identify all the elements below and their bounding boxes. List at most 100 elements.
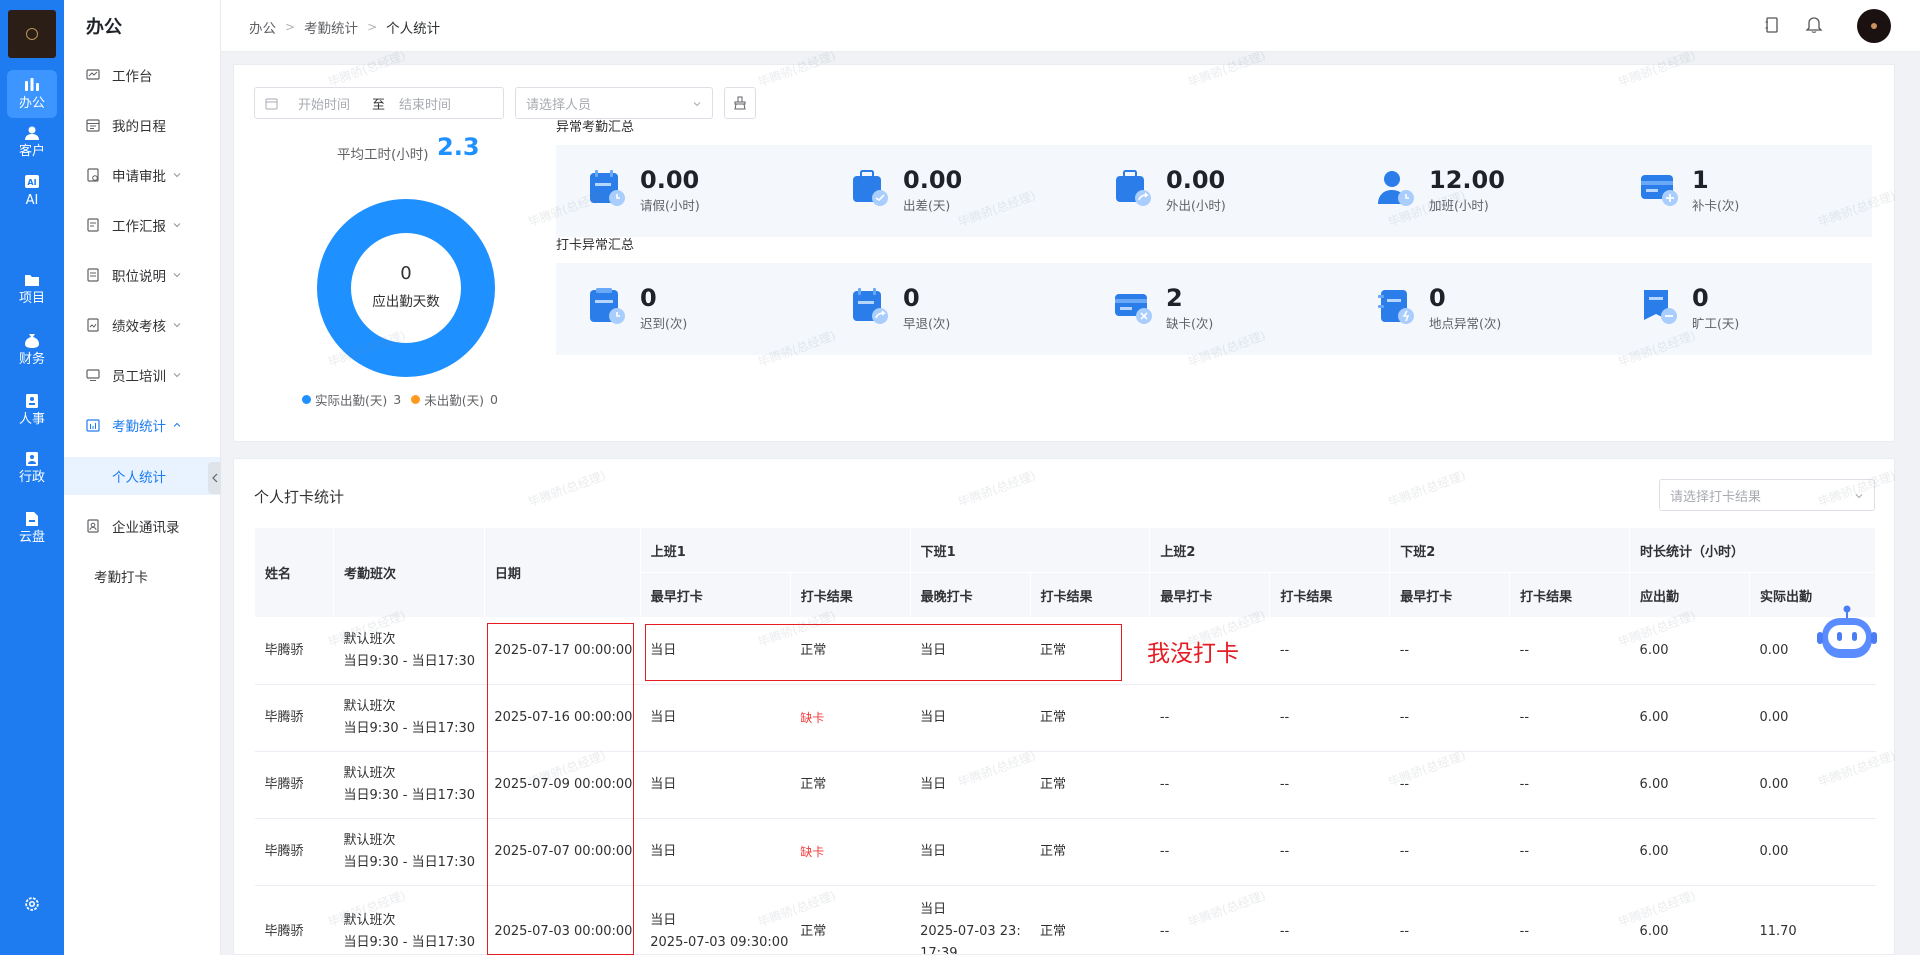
punch-result: -- — [1279, 923, 1290, 939]
menu-item-performance[interactable]: 绩效考核 — [64, 307, 220, 343]
stat-overtime: 12.00 加班(小时) — [1375, 167, 1505, 214]
avg-hours-value: 2.3 — [437, 133, 480, 161]
cell-off1-result: 正常 — [1030, 684, 1150, 752]
stat-early-leave: 0 早退(次) — [849, 285, 950, 332]
punch-summary-title: 打卡异常汇总 — [556, 238, 635, 253]
should-attend-hours: 6.00 — [1639, 777, 1669, 792]
shift-name: 默认班次 — [343, 766, 396, 781]
breadcrumb-item-attendance[interactable]: 考勤统计 — [304, 17, 358, 37]
menu-item-contacts[interactable]: 企业通讯录 — [64, 508, 220, 544]
clear-filter-button[interactable] — [724, 87, 756, 119]
menu-label: 考勤统计 — [112, 419, 166, 435]
menu-label: 绩效考核 — [112, 319, 166, 335]
avg-hours-label: 平均工时(小时) — [337, 147, 429, 163]
menu-label: 员工培训 — [112, 369, 166, 385]
stat-value: 1 — [1692, 166, 1709, 194]
settings-gear-icon[interactable] — [23, 895, 41, 913]
breadcrumb-item-current: 个人统计 — [386, 21, 441, 37]
stat-value: 0.00 — [903, 166, 963, 194]
rail-label: 行政 — [18, 470, 45, 485]
dashboard-icon — [86, 69, 100, 80]
breadcrumb-item-office[interactable]: 办公 — [249, 17, 276, 37]
punch-timestamp: 2025-07-03 23: — [920, 923, 1021, 939]
stat-label: 外出(小时) — [1166, 198, 1226, 213]
app-rail: 办公 客户 AI AI 项目 财务 人事 行政 云盘 — [0, 0, 64, 955]
stat-label: 旷工(天) — [1692, 316, 1740, 331]
employee-name: 毕腾骄 — [264, 923, 304, 939]
punch-time: -- — [1159, 777, 1170, 792]
menu-item-attendance-stats[interactable]: 考勤统计 — [64, 407, 220, 443]
stat-leave: 0.00 请假(小时) — [586, 167, 700, 214]
actual-attend-hours: 0.00 — [1759, 643, 1789, 658]
cell-off2-result: -- — [1509, 885, 1630, 954]
legend-dot-actual — [302, 395, 311, 404]
cell-off1-time: 当日 — [910, 684, 1031, 752]
chevron-down-icon — [173, 173, 181, 178]
performance-icon — [87, 318, 99, 332]
start-date-input[interactable]: 开始时间 — [298, 94, 350, 113]
actual-attend-hours: 11.70 — [1759, 923, 1797, 939]
bell-icon[interactable] — [1805, 16, 1823, 34]
col-off1-latest: 最晚打卡 — [909, 572, 1031, 618]
menu-item-personal-stats[interactable]: 个人统计 — [64, 457, 220, 495]
menu-item-work-report[interactable]: 工作汇报 — [64, 207, 220, 243]
punch-result-select[interactable]: 请选择打卡结果 — [1659, 479, 1875, 511]
admin-icon — [26, 452, 38, 466]
should-attend-hours: 6.00 — [1639, 844, 1669, 859]
rail-item-cloud-disk[interactable]: 云盘 — [0, 502, 64, 554]
cell-shift: 默认班次 当日9:30 - 当日17:30 — [333, 751, 485, 819]
person-select[interactable]: 请选择人员 — [515, 87, 713, 119]
menu-label: 我的日程 — [112, 119, 166, 135]
should-attend-hours: 6.00 — [1639, 923, 1669, 939]
missing-card-icon — [1115, 294, 1152, 324]
menu-item-schedule[interactable]: 我的日程 — [64, 107, 220, 143]
menu-item-attendance-punch[interactable]: 考勤打卡 — [64, 558, 220, 594]
punch-result: 正常 — [800, 923, 827, 939]
col-off2-earliest: 最早打卡 — [1389, 572, 1511, 618]
rail-label: 人事 — [18, 412, 45, 427]
date-range-picker[interactable]: 开始时间 至 结束时间 — [254, 87, 504, 119]
punch-time: 当日 — [920, 901, 947, 917]
notebook-icon[interactable] — [1763, 16, 1781, 34]
rail-item-finance[interactable]: 财务 — [0, 324, 64, 376]
collapse-menu-button[interactable] — [208, 462, 221, 494]
menu-item-approval[interactable]: 申请审批 — [64, 157, 220, 193]
company-logo[interactable] — [8, 10, 56, 58]
punch-result: 正常 — [1040, 710, 1067, 725]
punch-time: -- — [1399, 844, 1410, 859]
col-shift: 考勤班次 — [332, 527, 485, 618]
cell-on1-time: 当日 — [640, 684, 791, 752]
punch-time: -- — [1399, 710, 1410, 725]
rail-item-admin[interactable]: 行政 — [0, 442, 64, 494]
legend-dot-absent — [411, 395, 421, 404]
stat-absent: 0 旷工(天) — [1638, 285, 1739, 332]
menu-label: 职位说明 — [112, 269, 166, 285]
rail-item-hr[interactable]: 人事 — [0, 384, 64, 436]
menu-item-workbench[interactable]: 工作台 — [64, 57, 220, 93]
punch-summary-band: 0 迟到(次) 0 早退(次) 2 缺卡(次) 0 地点异常(次) 0 旷工(天) — [556, 263, 1872, 355]
cell-on1-result: 正常 — [790, 885, 911, 954]
cell-on1-result: 缺卡 — [790, 818, 911, 886]
outing-icon — [1116, 170, 1151, 206]
legend-label-actual: 实际出勤(天) — [315, 393, 388, 408]
end-date-input[interactable]: 结束时间 — [399, 94, 451, 113]
punch-time: 当日 — [650, 912, 677, 928]
personal-punch-card: 个人打卡统计 请选择打卡结果 姓名 考勤班次 日期 上班1 下班1 上班2 下班… — [233, 458, 1895, 955]
punch-result: 正常 — [1040, 844, 1067, 859]
user-avatar[interactable] — [1857, 9, 1891, 43]
rail-item-ai[interactable]: AI AI — [0, 165, 64, 217]
ai-assistant-robot-icon[interactable] — [1816, 603, 1878, 665]
menu-item-job-description[interactable]: 职位说明 — [64, 257, 220, 293]
cell-on2-result: -- — [1269, 751, 1390, 819]
cell-off1-result: 正常 — [1030, 885, 1150, 954]
rail-item-office[interactable]: 办公 — [7, 70, 57, 118]
col-on2-result: 打卡结果 — [1269, 572, 1391, 618]
rail-item-project[interactable]: 项目 — [0, 263, 64, 315]
rail-item-customer[interactable]: 客户 — [0, 116, 64, 168]
menu-item-training[interactable]: 员工培训 — [64, 357, 220, 393]
cell-on1-result: 缺卡 — [790, 684, 911, 752]
stat-value: 0 — [903, 284, 920, 312]
stat-label: 地点异常(次) — [1429, 316, 1502, 331]
stat-label: 加班(小时) — [1429, 198, 1489, 213]
punch-result: -- — [1519, 777, 1530, 792]
